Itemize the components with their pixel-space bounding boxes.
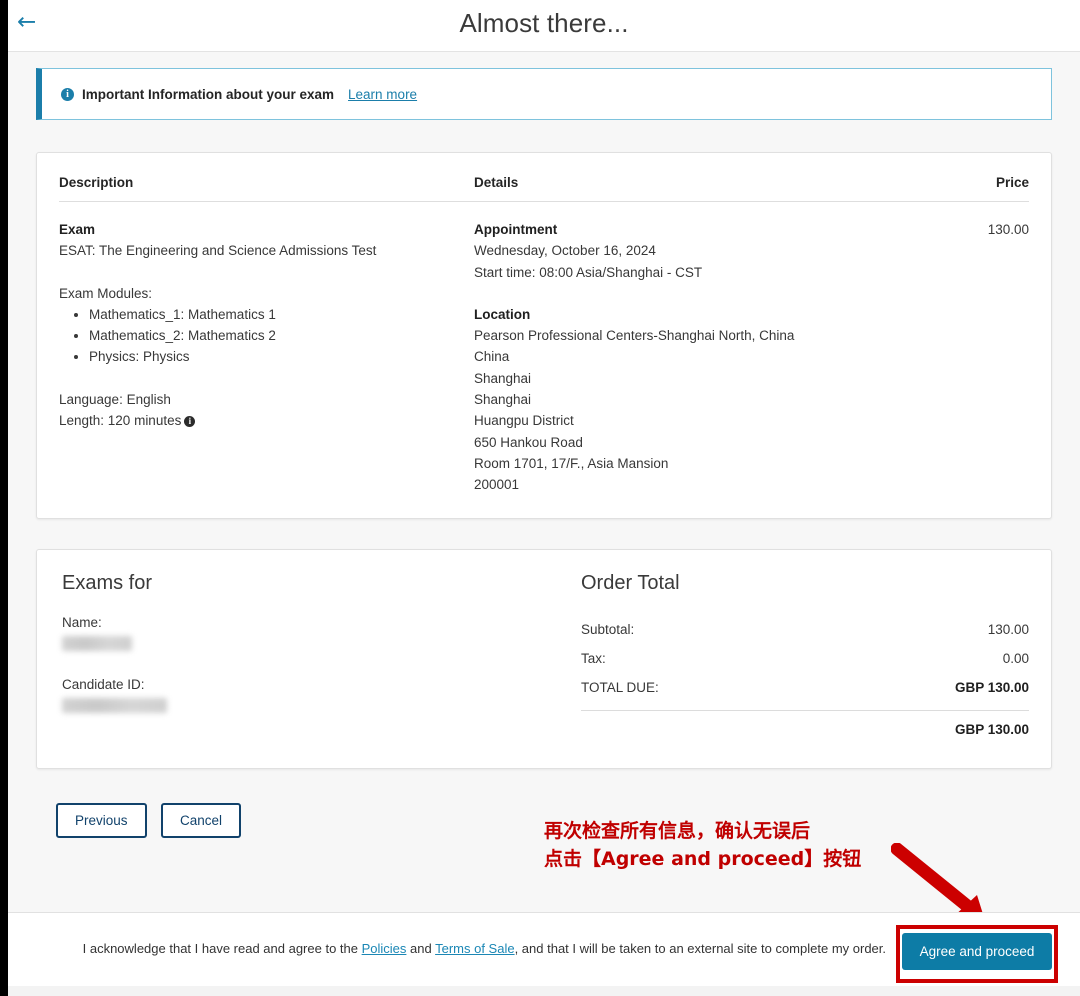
- order-description-cell: Exam ESAT: The Engineering and Science A…: [59, 219, 474, 496]
- column-header-details: Details: [474, 175, 519, 190]
- order-details-cell: Appointment Wednesday, October 16, 2024 …: [474, 219, 909, 496]
- back-arrow-icon[interactable]: ←: [17, 11, 36, 34]
- total-row-subtotal: Subtotal: 130.00: [581, 615, 1029, 644]
- agree-button-wrap: Agree and proceed: [896, 925, 1058, 983]
- action-bar: Previous Cancel 再次检查所有信息，确认无误后 点击【Agree …: [36, 795, 1052, 927]
- annotation-line-2: 点击【Agree and proceed】按钮: [544, 847, 862, 870]
- exams-for-section: Exams for Name: Candidate ID:: [59, 572, 567, 744]
- previous-button[interactable]: Previous: [56, 802, 147, 838]
- acknowledgement-text: I acknowledge that I have read and agree…: [30, 933, 902, 959]
- exam-length: Length: 120 minutes: [59, 413, 182, 429]
- name-value-redacted: [62, 635, 132, 651]
- info-icon[interactable]: i: [184, 416, 196, 428]
- exam-length-line: Length: 120 minutes i: [59, 410, 474, 431]
- candidate-id-value-redacted: [62, 697, 167, 713]
- exam-name: ESAT: The Engineering and Science Admiss…: [59, 243, 377, 259]
- app-page: ← Almost there... i Important Informatio…: [8, 0, 1080, 996]
- location-line: China: [474, 349, 510, 365]
- subtotal-value: 130.00: [987, 621, 1029, 637]
- total-divider: [581, 709, 1029, 711]
- ack-part-2: and: [406, 941, 436, 956]
- cancel-button[interactable]: Cancel: [160, 802, 242, 838]
- list-item: Mathematics_1: Mathematics 1: [89, 304, 474, 325]
- list-item: Physics: Physics: [89, 346, 474, 367]
- learn-more-link[interactable]: Learn more: [348, 87, 417, 102]
- location-line: Shanghai: [474, 392, 532, 408]
- column-header-description: Description: [59, 175, 134, 190]
- exam-language: Language: English: [59, 391, 171, 407]
- exam-heading: Exam: [59, 222, 96, 237]
- page-edge-strip: [0, 0, 8, 996]
- order-total-title: Order Total: [581, 571, 680, 594]
- grand-total-value: GBP 130.00: [954, 721, 1029, 737]
- list-item: Mathematics_2: Mathematics 2: [89, 325, 474, 346]
- page-footer: I acknowledge that I have read and agree…: [8, 912, 1080, 996]
- page-header: ← Almost there...: [8, 0, 1080, 52]
- appointment-date: Wednesday, October 16, 2024: [474, 243, 656, 259]
- order-details-card: Description Details Price Exam ESAT: The…: [36, 152, 1052, 519]
- column-header-price: Price: [995, 175, 1029, 190]
- total-due-label: TOTAL DUE:: [581, 679, 659, 695]
- order-total-section: Order Total Subtotal: 130.00 Tax: 0.00 T…: [567, 572, 1029, 744]
- total-due-value: GBP 130.00: [954, 679, 1029, 695]
- tax-label: Tax:: [581, 650, 606, 666]
- location-line: 200001: [474, 477, 520, 493]
- agree-and-proceed-button[interactable]: Agree and proceed: [902, 933, 1052, 970]
- appointment-heading: Appointment: [474, 222, 558, 237]
- important-info-banner: i Important Information about your exam …: [36, 68, 1052, 120]
- terms-of-sale-link[interactable]: Terms of Sale: [435, 941, 514, 956]
- location-heading: Location: [474, 306, 531, 322]
- candidate-id-label: Candidate ID:: [62, 676, 145, 692]
- annotation-line-1: 再次检查所有信息，确认无误后: [544, 819, 811, 842]
- total-row-grand-total: GBP 130.00: [581, 715, 1029, 744]
- page-title: Almost there...: [459, 8, 629, 38]
- order-table-header: Description Details Price: [59, 153, 1029, 202]
- content-area: i Important Information about your exam …: [8, 52, 1080, 927]
- bottom-strip: [8, 986, 1080, 996]
- info-icon: i: [61, 87, 74, 101]
- subtotal-label: Subtotal:: [581, 621, 635, 637]
- policies-link[interactable]: Policies: [362, 941, 407, 956]
- location-line: Room 1701, 17/F., Asia Mansion: [474, 455, 669, 471]
- location-line: Shanghai: [474, 370, 532, 386]
- location-line: Pearson Professional Centers-Shanghai No…: [474, 328, 795, 344]
- location-line: 650 Hankou Road: [474, 434, 583, 450]
- order-table-row: Exam ESAT: The Engineering and Science A…: [59, 202, 1029, 496]
- tax-value: 0.00: [1002, 650, 1029, 666]
- location-line: Huangpu District: [474, 413, 574, 429]
- annotation-text: 再次检查所有信息，确认无误后 点击【Agree and proceed】按钮: [544, 817, 861, 873]
- ack-part-1: I acknowledge that I have read and agree…: [82, 941, 362, 956]
- order-price-cell: 130.00: [987, 222, 1029, 237]
- exam-modules-list: Mathematics_1: Mathematics 1 Mathematics…: [77, 304, 474, 368]
- total-row-tax: Tax: 0.00: [581, 644, 1029, 673]
- ack-part-3: , and that I will be taken to an externa…: [514, 941, 886, 956]
- name-label: Name:: [62, 614, 102, 630]
- exams-for-title: Exams for: [62, 571, 153, 594]
- banner-text: Important Information about your exam: [82, 86, 335, 102]
- summary-card: Exams for Name: Candidate ID: Order Tota…: [36, 548, 1052, 769]
- appointment-start-time: Start time: 08:00 Asia/Shanghai - CST: [474, 264, 703, 280]
- exam-modules-heading: Exam Modules:: [59, 285, 153, 301]
- total-row-total-due: TOTAL DUE: GBP 130.00: [581, 673, 1029, 702]
